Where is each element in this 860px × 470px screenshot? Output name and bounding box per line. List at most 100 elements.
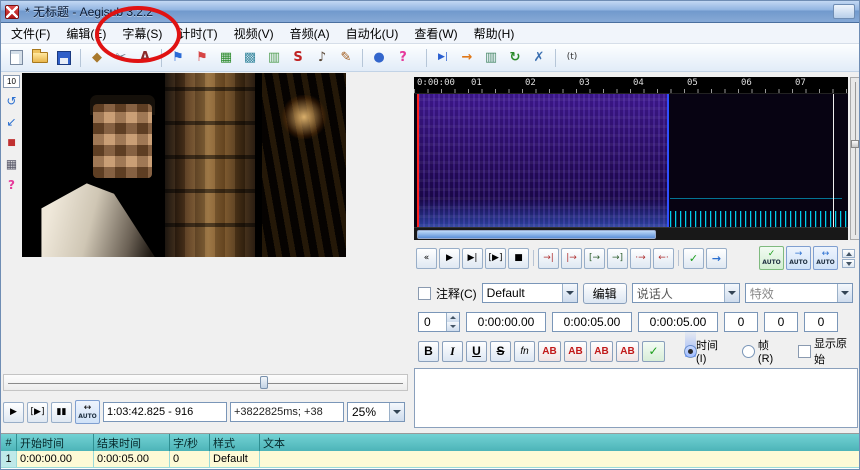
margin-vertical-field[interactable]: 0 — [804, 312, 838, 332]
toggle-tags-icon[interactable]: (t) — [561, 47, 583, 69]
play-selection-button[interactable]: ▶| — [462, 247, 483, 269]
kanji-timer-icon[interactable]: ♪ — [311, 47, 333, 69]
drag-tool-icon[interactable]: ↙ — [3, 114, 20, 130]
shadow-color-button[interactable]: AB — [616, 340, 639, 362]
menu-file[interactable]: 文件(F) — [3, 23, 58, 44]
row-end-cell[interactable]: 0:00:05.00 — [94, 451, 170, 468]
play-500ms-before-button[interactable]: ·→ — [630, 247, 651, 269]
spinner-buttons[interactable] — [446, 313, 459, 331]
audio-spectrogram[interactable] — [414, 94, 848, 227]
subtitle-text-input[interactable] — [414, 368, 858, 428]
row-text-cell[interactable] — [260, 451, 859, 468]
effect-combo[interactable]: 特效 — [744, 283, 853, 303]
play-before-selection-button[interactable]: →| — [538, 247, 559, 269]
clip-tool-icon[interactable]: ▦ — [3, 156, 20, 172]
auto-commit-toggle[interactable]: ✓ AUTO — [759, 246, 784, 270]
menu-view[interactable]: 查看(W) — [406, 23, 465, 44]
audio-scrollbar[interactable] — [414, 227, 848, 240]
margin-right-field[interactable]: 0 — [764, 312, 798, 332]
video-play-line-button[interactable]: [▶] — [27, 401, 48, 423]
menu-video[interactable]: 视频(V) — [226, 23, 282, 44]
play-500ms-after-button[interactable]: ←· — [653, 247, 674, 269]
selection-end-marker[interactable] — [667, 94, 669, 227]
help-icon[interactable]: ? — [392, 47, 414, 69]
save-icon[interactable] — [53, 47, 75, 69]
slider-handle[interactable] — [851, 140, 859, 148]
show-original-checkbox[interactable] — [798, 344, 811, 358]
resample-resolution-icon[interactable]: ▥ — [263, 47, 285, 69]
select-lines-icon[interactable]: ▩ — [239, 47, 261, 69]
rotate-tool-icon[interactable]: ↺ — [3, 93, 20, 109]
start-time-field[interactable]: 0:00:00.00 — [466, 312, 546, 332]
audio-scroll-thumb[interactable] — [417, 230, 656, 239]
commit-button[interactable]: ✓ — [683, 247, 704, 269]
chevron-down-icon[interactable] — [561, 284, 577, 302]
automation-icon[interactable]: ✎ — [335, 47, 357, 69]
italic-button[interactable]: I — [442, 340, 463, 362]
auto-next-line-toggle[interactable]: → AUTO — [786, 246, 811, 270]
actor-combo[interactable]: 说话人 — [631, 283, 740, 303]
row-number-cell[interactable]: 1 — [1, 451, 17, 468]
subtitle-row[interactable]: 1 0:00:00.00 0:00:05.00 0 Default — [1, 451, 859, 468]
time-mode-radio[interactable] — [684, 328, 697, 358]
video-zoom-box[interactable]: 10 — [3, 75, 20, 88]
window-control-button[interactable] — [833, 4, 855, 19]
row-style-cell[interactable]: Default — [210, 451, 260, 468]
chevron-down-icon[interactable] — [723, 284, 739, 302]
frame-mode-radio[interactable] — [741, 344, 755, 358]
play-button[interactable]: ▶ — [439, 247, 460, 269]
translation-assistant-icon[interactable]: ⚑ — [191, 47, 213, 69]
shift-times-icon[interactable]: → — [456, 47, 478, 69]
stop-tool-icon[interactable]: ■ — [3, 135, 20, 151]
style-combo[interactable]: Default — [481, 283, 578, 303]
margin-left-field[interactable]: 0 — [724, 312, 758, 332]
select-visible-lines-icon[interactable]: ▥ — [480, 47, 502, 69]
log-window-icon[interactable]: ● — [368, 47, 390, 69]
spin-up-icon[interactable] — [447, 313, 459, 322]
outline-color-button[interactable]: AB — [590, 340, 613, 362]
video-autoscroll-toggle[interactable]: ↔ AUTO — [75, 400, 100, 424]
jump-to-icon[interactable]: ▶| — [432, 47, 454, 69]
video-play-button[interactable]: ▶ — [3, 401, 24, 423]
video-zoom-combo[interactable]: 25% — [347, 402, 405, 422]
audio-timeline[interactable]: 0:00:00 01 02 03 04 05 06 07 — [414, 77, 848, 94]
end-time-field[interactable]: 0:00:05.00 — [552, 312, 632, 332]
spin-down-icon[interactable] — [842, 258, 855, 268]
layer-spinner[interactable]: 0 — [418, 312, 460, 332]
primary-color-button[interactable]: AB — [538, 340, 561, 362]
vertical-zoom-spinner[interactable] — [842, 248, 855, 268]
timing-post-processor-icon[interactable]: ↻ — [504, 47, 526, 69]
font-button[interactable]: fn — [514, 340, 535, 362]
bold-button[interactable]: B — [418, 340, 439, 362]
play-first-500ms-button[interactable]: [→ — [584, 247, 605, 269]
video-help-icon[interactable]: ? — [3, 177, 20, 193]
strikeout-button[interactable]: S — [490, 340, 511, 362]
styles-manager-icon[interactable]: ▦ — [215, 47, 237, 69]
go-to-selection-button[interactable]: → — [706, 247, 727, 269]
chevron-down-icon[interactable] — [389, 403, 404, 421]
secondary-color-button[interactable]: AB — [564, 340, 587, 362]
video-pause-button[interactable]: ▮▮ — [51, 401, 72, 423]
underline-button[interactable]: U — [466, 340, 487, 362]
play-last-500ms-button[interactable]: →] — [607, 247, 628, 269]
menu-automation[interactable]: 自动化(U) — [338, 23, 407, 44]
play-after-selection-button[interactable]: |→ — [561, 247, 582, 269]
open-file-icon[interactable] — [29, 47, 51, 69]
menu-help[interactable]: 帮助(H) — [466, 23, 523, 44]
row-start-cell[interactable]: 0:00:00.00 — [17, 451, 94, 468]
row-cps-cell[interactable]: 0 — [170, 451, 210, 468]
selection-start-marker[interactable] — [417, 94, 419, 227]
stop-button[interactable]: ■ — [508, 247, 529, 269]
menu-audio[interactable]: 音频(A) — [282, 23, 338, 44]
comment-checkbox[interactable] — [418, 286, 431, 300]
commit-check-button[interactable]: ✓ — [642, 340, 665, 362]
video-seek-bar[interactable] — [3, 374, 408, 391]
options-icon[interactable]: ✗ — [528, 47, 550, 69]
video-preview[interactable] — [22, 73, 346, 257]
spin-down-icon[interactable] — [447, 322, 459, 331]
audio-selection-region[interactable] — [418, 94, 668, 227]
new-file-icon[interactable] — [5, 47, 27, 69]
chevron-down-icon[interactable] — [836, 284, 852, 302]
spell-checker-icon[interactable]: S — [287, 47, 309, 69]
audio-vertical-zoom-slider[interactable] — [850, 77, 859, 240]
